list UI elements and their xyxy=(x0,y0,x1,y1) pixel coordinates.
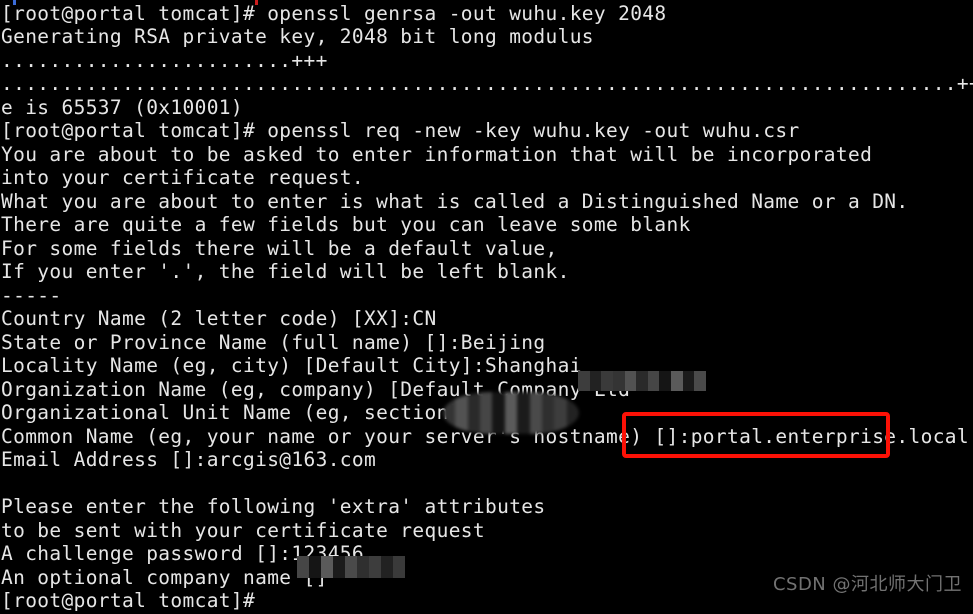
redaction-block-organization-name xyxy=(578,371,706,391)
terminal-line: Generating RSA private key, 2048 bit lon… xyxy=(1,25,594,48)
terminal-line: ........................................… xyxy=(1,72,973,95)
terminal-line: [root@portal tomcat]# openssl genrsa -ou… xyxy=(1,2,667,25)
terminal-line: into your certificate request. xyxy=(1,166,364,189)
terminal-line: e is 65537 (0x10001) xyxy=(1,96,243,119)
redaction-block-organizational-unit-name xyxy=(443,392,579,434)
redaction-block-optional-company-name xyxy=(297,556,405,578)
terminal-line: to be sent with your certificate request xyxy=(1,519,485,542)
terminal-line: You are about to be asked to enter infor… xyxy=(1,143,873,166)
terminal-line-prompt: [root@portal tomcat]# xyxy=(1,589,256,612)
terminal-line: If you enter '.', the field will be left… xyxy=(1,260,570,283)
terminal-screenshot: [root@portal tomcat]# openssl genrsa -ou… xyxy=(0,0,973,614)
terminal-line: For some fields there will be a default … xyxy=(1,237,558,260)
terminal-line: ----- xyxy=(1,284,62,307)
terminal-line-state-province-name: State or Province Name (full name) []:Be… xyxy=(1,331,546,354)
terminal-line: [root@portal tomcat]# openssl req -new -… xyxy=(1,119,800,142)
terminal-line: There are quite a few fields but you can… xyxy=(1,213,691,236)
terminal-line-locality-name: Locality Name (eg, city) [Default City]:… xyxy=(1,354,582,377)
terminal-output-area[interactable]: [root@portal tomcat]# openssl genrsa -ou… xyxy=(0,0,973,614)
terminal-line-organizational-unit-name: Organizational Unit Name (eg, section) [ xyxy=(1,401,485,424)
terminal-line: Please enter the following 'extra' attri… xyxy=(1,495,546,518)
csdn-watermark: CSDN @河北师大门卫 xyxy=(772,574,962,595)
terminal-line-country-name: Country Name (2 letter code) [XX]:CN xyxy=(1,307,437,330)
terminal-line: What you are about to enter is what is c… xyxy=(1,190,909,213)
terminal-line: ........................+++ xyxy=(1,49,328,72)
terminal-line-email-address: Email Address []:arcgis@163.com xyxy=(1,448,377,471)
terminal-line-optional-company-name: An optional company name [] xyxy=(1,566,328,589)
